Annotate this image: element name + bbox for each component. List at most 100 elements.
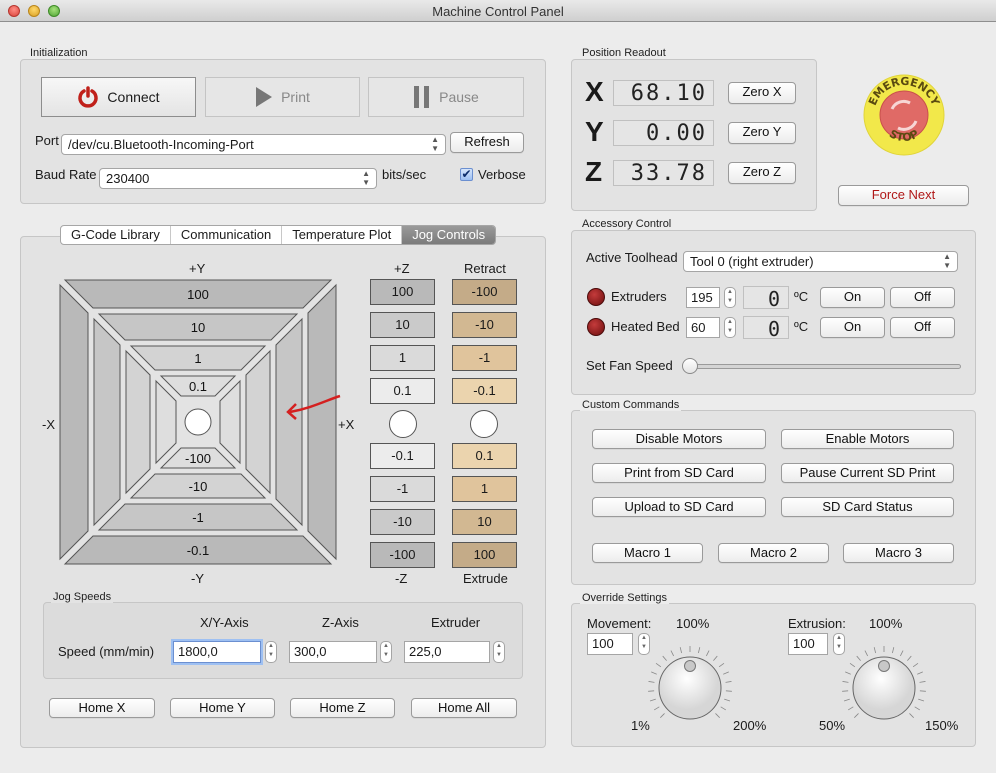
z-speed-stepper[interactable]: ▲ ▼ <box>380 641 392 663</box>
baud-unit-label: bits/sec <box>382 167 427 182</box>
annotation-arrow-icon <box>286 394 341 420</box>
bed-target-stepper[interactable]: ▲ ▼ <box>724 317 736 338</box>
home-x-button[interactable]: Home X <box>49 698 155 718</box>
minus-x-label: -X <box>42 417 55 432</box>
xy-speed-input[interactable]: 1800,0 <box>173 641 261 663</box>
refresh-button[interactable]: Refresh <box>450 132 524 153</box>
jog-minus-x-1-button[interactable] <box>59 283 89 561</box>
extruder-speed-stepper[interactable]: ▲ ▼ <box>493 641 505 663</box>
movement-knob[interactable] <box>645 643 735 733</box>
extrusion-knob[interactable] <box>839 643 929 733</box>
extruder-down-2-button[interactable]: 1 <box>452 476 517 502</box>
jog-plus-x-3-button[interactable] <box>245 349 271 495</box>
z-up-2-button[interactable]: 10 <box>370 312 435 338</box>
print-button[interactable]: Print <box>205 77 360 117</box>
knob-tick <box>655 662 662 668</box>
zero-x-button[interactable]: Zero X <box>728 82 796 104</box>
port-select[interactable]: /dev/cu.Bluetooth-Incoming-Port ▲ ▼ <box>61 134 446 155</box>
extruder-up-2-button[interactable]: -10 <box>452 312 517 338</box>
initialization-label: Initialization <box>28 47 90 59</box>
print-from-sd-button[interactable]: Print from SD Card <box>592 463 766 483</box>
macro-3-button[interactable]: Macro 3 <box>843 543 954 563</box>
xy-center-button[interactable] <box>184 408 212 436</box>
bed-off-button[interactable]: Off <box>890 317 955 338</box>
tab-jog-controls[interactable]: Jog Controls <box>402 226 496 244</box>
macro-2-button[interactable]: Macro 2 <box>718 543 829 563</box>
extruder-up-1-button[interactable]: -100 <box>452 279 517 305</box>
extrusion-max-label: 150% <box>925 718 959 733</box>
extruder-up-4-button[interactable]: -0.1 <box>452 378 517 404</box>
tab-communication[interactable]: Communication <box>171 226 283 244</box>
xy-speed-stepper[interactable]: ▲ ▼ <box>265 641 277 663</box>
fan-speed-slider-handle[interactable] <box>682 358 698 374</box>
zero-z-button[interactable]: Zero Z <box>728 162 796 184</box>
updown-arrows-icon: ▲ ▼ <box>431 135 439 153</box>
knob-tick <box>864 650 869 657</box>
jog-minus-x-3-button[interactable] <box>125 349 151 495</box>
knob-tick <box>705 650 710 657</box>
extruder-target-input[interactable]: 195 <box>686 287 720 308</box>
extruder-speed-input[interactable]: 225,0 <box>404 641 490 663</box>
window-title: Machine Control Panel <box>432 4 564 19</box>
upload-to-sd-button[interactable]: Upload to SD Card <box>592 497 766 517</box>
knob-tick <box>854 713 859 718</box>
baud-rate-select[interactable]: 230400 ▲ ▼ <box>99 168 377 189</box>
sd-card-status-button[interactable]: SD Card Status <box>781 497 954 517</box>
knob-tick <box>724 698 731 702</box>
extrusion-min-label: 50% <box>819 718 846 733</box>
extrusion-input[interactable]: 100 <box>788 633 828 655</box>
pause-sd-print-button[interactable]: Pause Current SD Print <box>781 463 954 483</box>
print-label: Print <box>281 89 310 105</box>
tab-gcode-library[interactable]: G-Code Library <box>61 226 171 244</box>
pause-button[interactable]: Pause <box>368 77 524 117</box>
extruder-down-1-button[interactable]: 0.1 <box>452 443 517 469</box>
bed-current-display: 0 <box>743 316 789 341</box>
extruder-target-stepper[interactable]: ▲ ▼ <box>724 287 736 308</box>
jog-plus-y-1-label: 100 <box>187 287 209 302</box>
z-center-button[interactable] <box>389 410 417 438</box>
macro-1-button[interactable]: Macro 1 <box>592 543 703 563</box>
extruder-current-display: 0 <box>743 286 789 311</box>
home-all-button[interactable]: Home All <box>411 698 517 718</box>
z-up-1-button[interactable]: 100 <box>370 279 435 305</box>
knob-tick <box>660 713 665 718</box>
extruder-up-3-button[interactable]: -1 <box>452 345 517 371</box>
bed-on-button[interactable]: On <box>820 317 885 338</box>
enable-motors-button[interactable]: Enable Motors <box>781 429 954 449</box>
home-y-button[interactable]: Home Y <box>170 698 275 718</box>
active-toolhead-select[interactable]: Tool 0 (right extruder) ▲ ▼ <box>683 251 958 272</box>
jog-plus-x-4-button[interactable] <box>219 379 241 465</box>
z-up-4-button[interactable]: 0.1 <box>370 378 435 404</box>
extruder-down-4-button[interactable]: 100 <box>452 542 517 568</box>
jog-minus-x-2-button[interactable] <box>93 317 121 527</box>
z-down-3-button[interactable]: -10 <box>370 509 435 535</box>
extruder-down-3-button[interactable]: 10 <box>452 509 517 535</box>
extruder-unit-label: ºC <box>794 289 809 304</box>
movement-input[interactable]: 100 <box>587 633 633 655</box>
bed-target-input[interactable]: 60 <box>686 317 720 338</box>
emergency-stop-button[interactable]: EMERGENCY STOP <box>862 73 946 157</box>
zero-y-button[interactable]: Zero Y <box>728 122 796 144</box>
baud-rate-value: 230400 <box>106 171 150 186</box>
fan-speed-label: Set Fan Speed <box>586 358 673 373</box>
home-z-button[interactable]: Home Z <box>290 698 395 718</box>
knob-tick <box>713 655 718 661</box>
z-up-3-button[interactable]: 1 <box>370 345 435 371</box>
jog-minus-x-4-button[interactable] <box>155 379 177 465</box>
active-toolhead-label: Active Toolhead <box>586 250 678 265</box>
fan-speed-slider-track[interactable] <box>685 364 961 369</box>
z-down-2-button[interactable]: -1 <box>370 476 435 502</box>
extruder-center-button[interactable] <box>470 410 498 438</box>
z-down-4-button[interactable]: -100 <box>370 542 435 568</box>
extruder-off-button[interactable]: Off <box>890 287 955 308</box>
verbose-checkbox[interactable]: ✔ <box>460 168 473 181</box>
extruder-on-button[interactable]: On <box>820 287 885 308</box>
z-speed-input[interactable]: 300,0 <box>289 641 377 663</box>
knob-tick <box>670 650 675 657</box>
disable-motors-button[interactable]: Disable Motors <box>592 429 766 449</box>
z-down-1-button[interactable]: -0.1 <box>370 443 435 469</box>
tab-temperature-plot[interactable]: Temperature Plot <box>282 226 403 244</box>
force-next-button[interactable]: Force Next <box>838 185 969 206</box>
knob-tick <box>843 698 850 702</box>
connect-button[interactable]: Connect <box>41 77 196 117</box>
